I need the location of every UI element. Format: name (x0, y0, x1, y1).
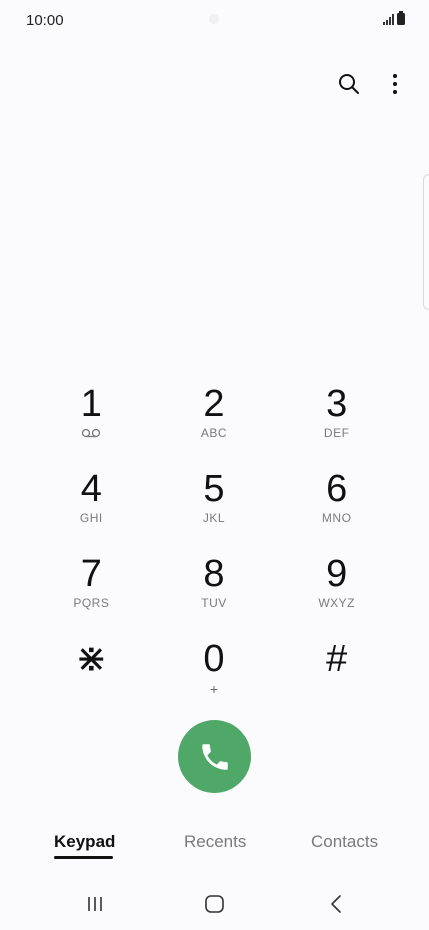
status-bar: 10:00 (0, 0, 429, 40)
dial-keypad: 1 2 ABC 3 DEF 4 GHI 5 JKL 6 MNO 7 PQRS 8… (30, 378, 398, 718)
key-digit: # (326, 638, 348, 680)
battery-icon (397, 11, 405, 25)
key-9[interactable]: 9 WXYZ (275, 548, 398, 633)
active-tab-indicator (54, 856, 113, 859)
home-icon[interactable] (200, 892, 230, 916)
key-letters: JKL (202, 511, 226, 525)
key-letters: WXYZ (318, 596, 355, 610)
status-icons (383, 11, 405, 25)
key-letters: + (209, 681, 219, 697)
key-letters: MNO (321, 511, 352, 525)
call-button[interactable] (178, 720, 251, 793)
key-digit: 0 (203, 638, 225, 680)
key-letters: GHI (79, 511, 103, 525)
edge-panel-handle[interactable] (423, 174, 429, 310)
key-hash[interactable]: # (275, 633, 398, 718)
key-5[interactable]: 5 JKL (153, 463, 276, 548)
status-time: 10:00 (26, 12, 64, 29)
key-digit: ⋇ (75, 638, 108, 680)
key-letters: DEF (323, 426, 350, 440)
signal-icon (383, 13, 394, 25)
tab-contacts[interactable]: Contacts (311, 832, 378, 852)
key-4[interactable]: 4 GHI (30, 463, 153, 548)
voicemail-icon (81, 426, 101, 440)
more-options-icon[interactable] (381, 70, 409, 98)
key-7[interactable]: 7 PQRS (30, 548, 153, 633)
front-camera (209, 14, 219, 24)
key-letters: TUV (201, 596, 227, 610)
key-3[interactable]: 3 DEF (275, 378, 398, 463)
top-actions (335, 70, 409, 98)
key-1[interactable]: 1 (30, 378, 153, 463)
recent-apps-icon[interactable] (80, 892, 110, 916)
search-icon[interactable] (335, 70, 363, 98)
key-digit: 7 (80, 553, 102, 595)
bottom-tabs: Keypad Recents Contacts (0, 832, 429, 862)
key-digit: 9 (326, 553, 348, 595)
key-digit: 4 (80, 468, 102, 510)
key-0[interactable]: 0 + (153, 633, 276, 718)
key-digit: 3 (326, 383, 348, 425)
system-nav-bar (0, 880, 429, 930)
key-2[interactable]: 2 ABC (153, 378, 276, 463)
key-digit: 2 (203, 383, 225, 425)
key-letters: PQRS (73, 596, 110, 610)
key-digit: 5 (203, 468, 225, 510)
key-letters: ABC (200, 426, 228, 440)
tab-recents[interactable]: Recents (184, 832, 246, 852)
phone-icon (201, 743, 228, 770)
key-digit: 8 (203, 553, 225, 595)
key-star[interactable]: ⋇ (30, 633, 153, 718)
key-8[interactable]: 8 TUV (153, 548, 276, 633)
back-icon[interactable] (321, 892, 351, 916)
key-6[interactable]: 6 MNO (275, 463, 398, 548)
tab-keypad[interactable]: Keypad (54, 832, 115, 852)
key-digit: 6 (326, 468, 348, 510)
key-digit: 1 (80, 383, 102, 425)
